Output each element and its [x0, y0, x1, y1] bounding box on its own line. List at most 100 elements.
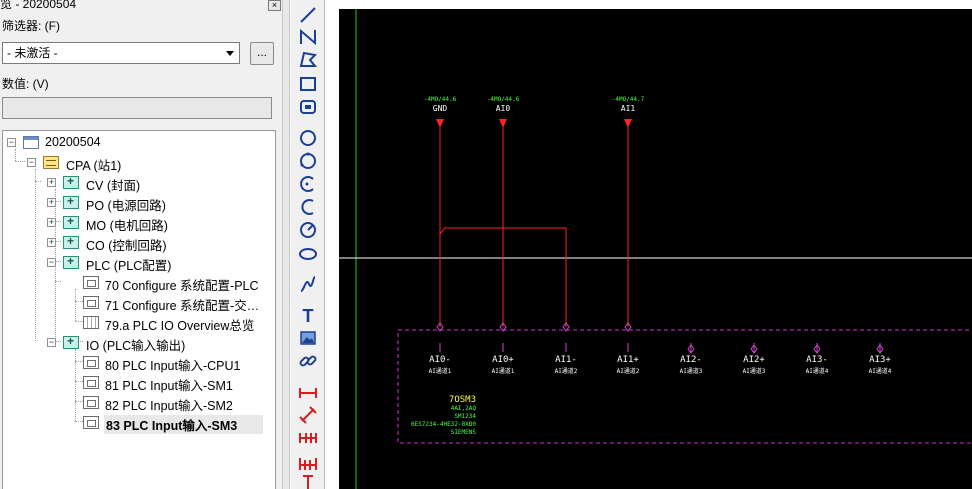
expand-icon[interactable]: + [47, 218, 56, 227]
line-icon[interactable] [298, 5, 318, 25]
tree-page[interactable]: 70 Configure 系统配置-PLC [3, 273, 273, 293]
terminal-4 [687, 343, 695, 354]
arc-icon[interactable] [298, 174, 318, 194]
text-icon[interactable]: T [298, 305, 318, 326]
expand-icon[interactable]: + [47, 198, 56, 207]
tree-folder-label: PO (电源回路) [86, 199, 166, 213]
terminal-1 [499, 322, 507, 352]
collapse-icon[interactable]: − [47, 338, 56, 347]
tree-folder[interactable]: + MO (电机回路) [3, 213, 273, 233]
tree-page[interactable]: 79.a PLC IO Overview总览 [3, 313, 273, 333]
filter-label: 筛选器: (F) [2, 19, 60, 33]
tree-folder-io[interactable]: − IO (PLC输入输出) [3, 333, 273, 353]
tree-folder-label: PLC (PLC配置) [86, 259, 172, 273]
overview-page-icon [83, 316, 99, 329]
ellipse-icon[interactable] [298, 244, 318, 264]
tree-folder[interactable]: + CV (封面) [3, 173, 273, 193]
arc-alt-icon[interactable] [298, 197, 318, 217]
tree-page-selected[interactable]: 83 PLC Input输入-SM3 [3, 413, 273, 434]
arrow-ai1 [624, 119, 632, 128]
tree-folder[interactable]: + PO (电源回路) [3, 193, 273, 213]
terminal-6 [813, 343, 821, 354]
expand-icon[interactable]: + [47, 238, 56, 247]
image-icon[interactable] [298, 328, 318, 348]
terminal-name: AI2- [680, 355, 702, 365]
terminal-desc: AI通道2 [554, 368, 578, 375]
terminal-name: AI3+ [869, 355, 891, 365]
tree-page[interactable]: 81 PLC Input输入-SM1 [3, 373, 273, 393]
signal-ref: -4MO/44.6 [423, 96, 457, 103]
expand-icon[interactable]: + [47, 178, 56, 187]
signal-ref: -4MO/44.6 [486, 96, 520, 103]
terminal-2 [562, 322, 570, 352]
tree-site[interactable]: − CPA (站1) [3, 153, 273, 173]
schematic-canvas[interactable]: -4MO/44.6 GND -4MO/44.6 AI0 -4MO/44.7 AI… [339, 9, 972, 489]
terminal-desc: AI通道4 [805, 368, 829, 375]
value-input[interactable] [2, 97, 272, 119]
page-icon [83, 276, 99, 289]
signal-name: AI1 [620, 104, 636, 113]
folder-icon [63, 194, 79, 209]
tree-page[interactable]: 71 Configure 系统配置-交… [3, 293, 273, 313]
tree-page-label: 83 PLC Input输入-SM3 [104, 415, 264, 434]
tree-folder-label: IO (PLC输入输出) [86, 339, 186, 353]
folder-icon [63, 334, 79, 349]
terminal-0 [436, 322, 444, 352]
collapse-icon[interactable]: − [27, 158, 36, 167]
rectangle-icon[interactable] [298, 74, 318, 94]
dimension-base-icon[interactable] [298, 452, 318, 472]
module-tag: 7OSM3 [448, 395, 476, 405]
tree-page[interactable]: 82 PLC Input输入-SM2 [3, 393, 273, 413]
tree-folder[interactable]: + CO (控制回路) [3, 233, 273, 253]
rounded-rect-icon[interactable] [298, 97, 318, 117]
tree-site-label: CPA (站1) [66, 159, 122, 173]
dimension-chain-icon[interactable] [298, 428, 318, 448]
folder-icon [63, 214, 79, 229]
polygon-icon[interactable] [298, 50, 318, 70]
filter-select[interactable]: - 未激活 - [2, 42, 240, 64]
terminal-name: AI3- [806, 355, 828, 365]
terminal-desc: AI通道1 [491, 368, 515, 375]
terminal-name: AI1- [555, 355, 577, 365]
dimension-aligned-icon[interactable] [298, 405, 318, 425]
canvas-margin [325, 0, 339, 489]
module-line: 4AI,2AQ [450, 405, 476, 412]
link-icon[interactable] [298, 351, 318, 371]
site-icon [43, 156, 59, 169]
sector-icon[interactable] [298, 220, 318, 240]
dimension-h-icon[interactable] [298, 383, 318, 403]
module-line: 6ES7234-4HE32-0XB0 [410, 421, 476, 428]
tree-page-label: 79.a PLC IO Overview总览 [105, 319, 255, 333]
page-tree: − 20200504 − CPA (站1) + CV (封面) + PO (电源… [2, 130, 276, 489]
tree-page[interactable]: 80 PLC Input输入-CPU1 [3, 353, 273, 373]
spline-icon[interactable] [298, 274, 318, 294]
panel-splitter[interactable] [282, 0, 290, 489]
panel-title: 览 - 20200504 [0, 0, 77, 11]
terminal-name: AI1+ [617, 355, 639, 365]
page-icon [83, 376, 99, 389]
terminals [436, 322, 884, 354]
folder-icon [63, 254, 79, 269]
tree-page-label: 80 PLC Input输入-CPU1 [105, 359, 241, 373]
collapse-icon[interactable]: − [47, 258, 56, 267]
page-icon [83, 396, 99, 409]
page-icon [83, 416, 99, 429]
filter-more-button[interactable]: ... [250, 42, 274, 65]
dimension-v-icon[interactable] [298, 474, 318, 489]
collapse-icon[interactable]: − [7, 138, 16, 147]
terminal-name: AI0- [429, 355, 451, 365]
signal-name: GND [432, 104, 448, 113]
tree-root[interactable]: − 20200504 [3, 133, 273, 151]
navigator-panel: 览 - 20200504 × 筛选器: (F) - 未激活 - ... 数值: … [0, 0, 282, 489]
terminal-7 [876, 343, 884, 354]
terminal-desc: AI通道1 [428, 368, 452, 375]
terminal-name: AI0+ [492, 355, 514, 365]
terminal-5 [750, 343, 758, 354]
arrow-gnd [436, 119, 444, 128]
tree-page-label: 71 Configure 系统配置-交… [105, 299, 260, 313]
close-icon[interactable]: × [268, 0, 281, 11]
circle-3pt-icon[interactable] [298, 151, 318, 171]
circle-icon[interactable] [298, 128, 318, 148]
tree-folder-plc[interactable]: − PLC (PLC配置) [3, 253, 273, 273]
polyline-icon[interactable] [298, 27, 318, 47]
